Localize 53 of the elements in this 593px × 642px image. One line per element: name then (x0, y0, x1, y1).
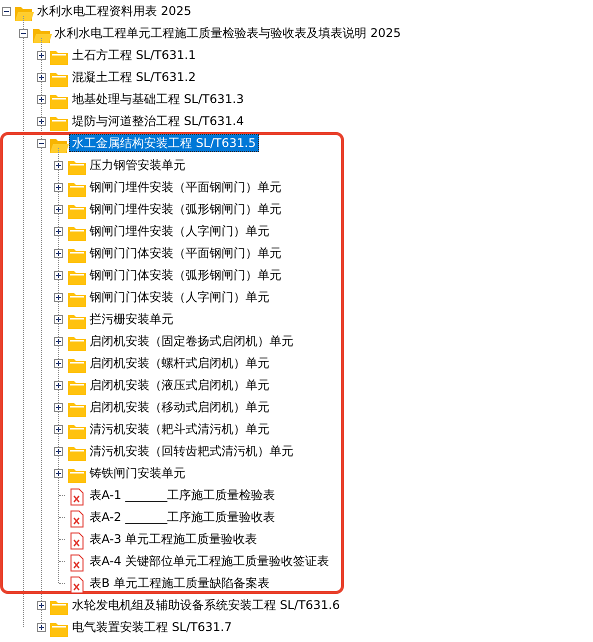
expand-button[interactable] (54, 380, 63, 390)
tree-item[interactable]: 地基处理与基础工程 SL/T631.3 (69, 90, 247, 108)
tree-item[interactable]: 堤防与河道整治工程 SL/T631.4 (69, 112, 247, 130)
expand-button[interactable] (54, 468, 63, 478)
expand-button[interactable] (54, 446, 63, 456)
tree-item[interactable]: 土石方工程 SL/T631.1 (69, 46, 199, 64)
tree-item[interactable]: 拦污栅安装单元 (86, 310, 176, 328)
expand-button[interactable] (54, 292, 63, 302)
tree-item[interactable]: 启闭机安装（液压式启闭机）单元 (86, 376, 272, 394)
expand-button[interactable] (36, 600, 46, 610)
tree-item[interactable]: 钢闸门埋件安装（人字闸门）单元 (86, 222, 272, 240)
expand-button[interactable] (54, 424, 63, 434)
expand-button[interactable] (54, 226, 63, 236)
expand-button[interactable] (54, 248, 63, 258)
expand-button[interactable] (54, 270, 63, 280)
tree-item[interactable]: 表A-1 _______工序施工质量检验表 (86, 486, 278, 504)
tree-item[interactable]: 铸铁闸门安装单元 (86, 464, 188, 482)
collapse-button[interactable] (19, 28, 28, 38)
tree-item[interactable]: 表A-3 单元工程施工质量验收表 (86, 530, 260, 548)
expand-button[interactable] (54, 358, 63, 368)
tree-item[interactable]: 电气装置安装工程 SL/T631.7 (69, 618, 235, 636)
tree-item[interactable]: 水利水电工程资料用表 2025 (34, 2, 194, 20)
tree-item[interactable]: 清污机安装（回转齿耙式清污机）单元 (86, 442, 296, 460)
expand-button[interactable] (36, 116, 46, 126)
expand-button[interactable] (54, 314, 63, 324)
tree-item[interactable]: 表A-4 关键部位单元工程施工质量验收签证表 (86, 552, 332, 570)
tree-item[interactable]: 表B 单元工程施工质量缺陷备案表 (86, 574, 273, 592)
expand-button[interactable] (36, 50, 46, 60)
tree-item[interactable]: 混凝土工程 SL/T631.2 (69, 68, 199, 86)
expand-button[interactable] (54, 336, 63, 346)
tree-item[interactable]: 钢闸门埋件安装（弧形钢闸门）单元 (86, 200, 284, 218)
expand-button[interactable] (54, 204, 63, 214)
tree-item[interactable]: 表A-2 _______工序施工质量验收表 (86, 508, 278, 526)
expand-button[interactable] (54, 160, 63, 170)
expand-button[interactable] (36, 622, 46, 632)
tree-item[interactable]: 启闭机安装（固定卷扬式启闭机）单元 (86, 332, 296, 350)
tree-item[interactable]: 钢闸门埋件安装（平面钢闸门）单元 (86, 178, 284, 196)
tree-item[interactable]: 钢闸门门体安装（弧形钢闸门）单元 (86, 266, 284, 284)
collapse-button[interactable] (2, 6, 10, 16)
expand-button[interactable] (54, 182, 63, 192)
tree-item[interactable]: 钢闸门门体安装（平面钢闸门）单元 (86, 244, 284, 262)
tree-item[interactable]: 压力钢管安装单元 (86, 156, 188, 174)
tree-item[interactable]: 清污机安装（耙斗式清污机）单元 (86, 420, 272, 438)
tree-item[interactable]: 启闭机安装（螺杆式启闭机）单元 (86, 354, 272, 372)
expand-button[interactable] (36, 94, 46, 104)
collapse-button[interactable] (36, 138, 46, 148)
tree-item[interactable]: 水工金属结构安装工程 SL/T631.5 (69, 134, 259, 152)
expand-button[interactable] (54, 402, 63, 412)
expand-button[interactable] (36, 72, 46, 82)
tree-item[interactable]: 钢闸门门体安装（人字闸门）单元 (86, 288, 272, 306)
tree-item[interactable]: 启闭机安装（移动式启闭机）单元 (86, 398, 272, 416)
tree-item[interactable]: 水利水电工程单元工程施工质量检验表与验收表及填表说明 2025 (52, 24, 404, 42)
tree-item[interactable]: 水轮发电机组及辅助设备系统安装工程 SL/T631.6 (69, 596, 343, 614)
